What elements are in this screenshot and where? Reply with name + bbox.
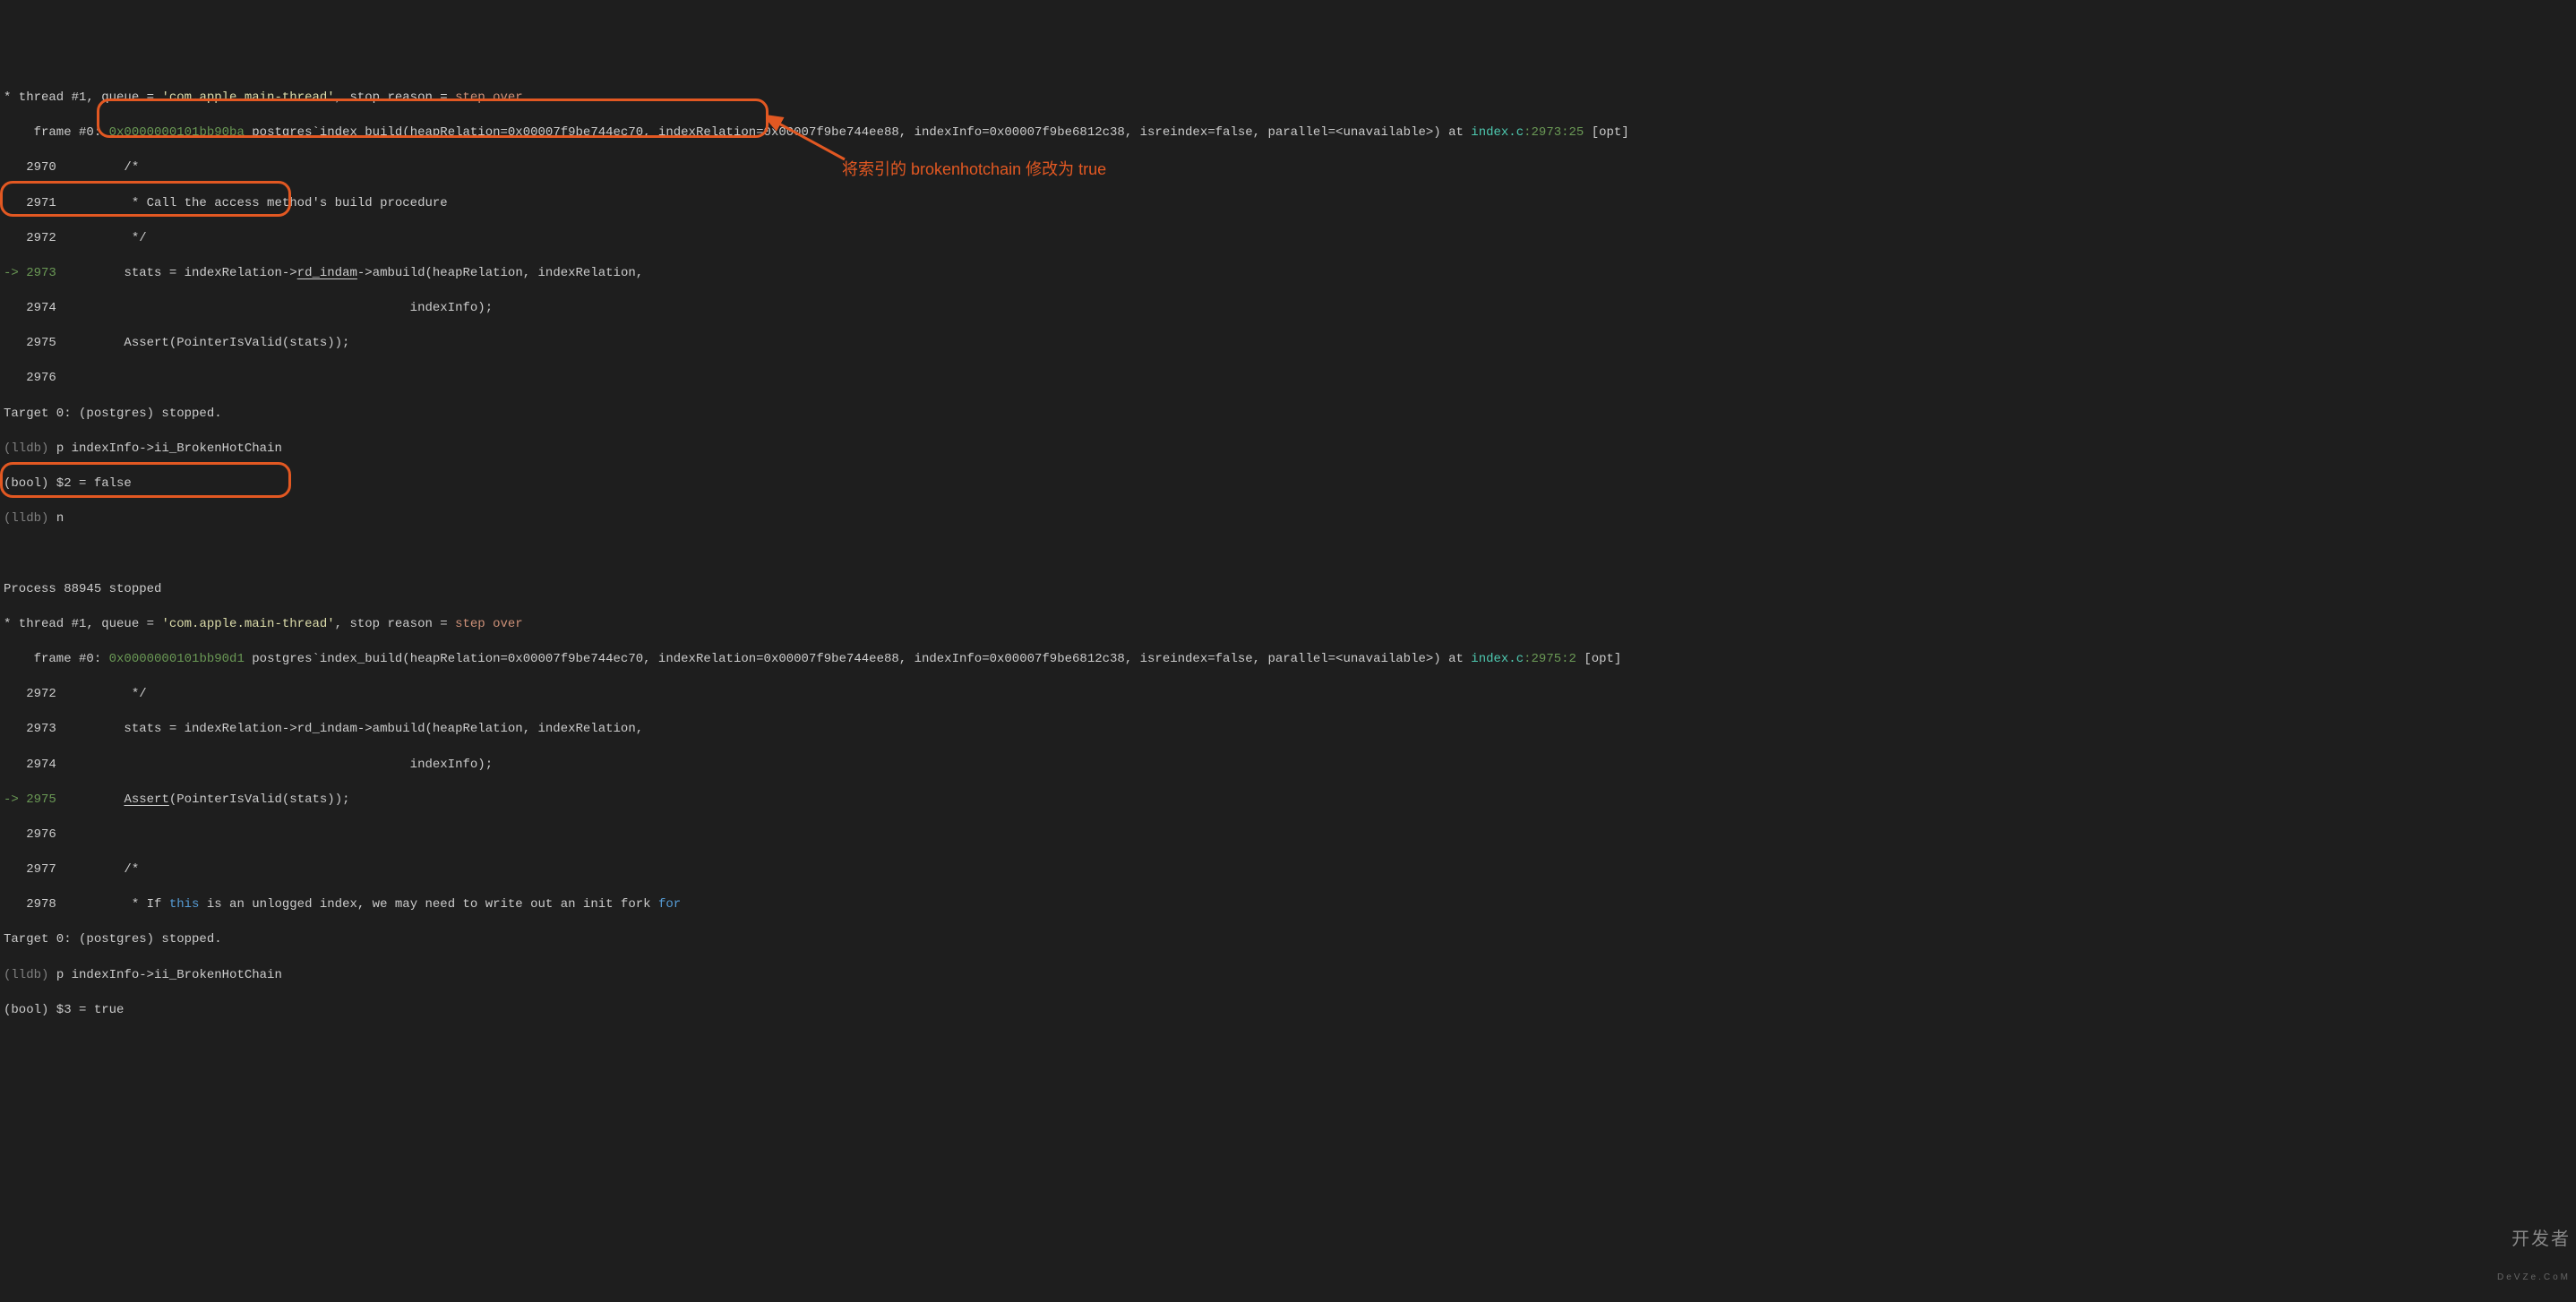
process-stopped: Process 88945 stopped [4,581,2572,599]
arrow-icon [769,115,849,164]
frame-line-2: frame #0: 0x0000000101bb90d1 postgres`in… [4,651,2572,669]
annotation-text: 将索引的 brokenhotchain 修改为 true [842,158,1106,181]
src-b2-2976: 2976 [4,827,2572,844]
src-b2-2973: 2973 stats = indexRelation->rd_indam->am… [4,721,2572,739]
frame-line-1: frame #0: 0x0000000101bb90ba postgres`in… [4,124,2572,142]
src-2975: 2975 Assert(PointerIsValid(stats)); [4,335,2572,353]
lldb-result-1: (bool) $2 = false [4,475,2572,493]
src-2973: -> 2973 stats = indexRelation->rd_indam-… [4,265,2572,283]
lldb-result-2: (bool) $3 = true [4,1002,2572,1020]
lldb-n[interactable]: (lldb) n [4,510,2572,528]
target-line-1: Target 0: (postgres) stopped. [4,406,2572,424]
target-line-2: Target 0: (postgres) stopped. [4,931,2572,949]
src-b2-2977: 2977 /* [4,861,2572,879]
src-b2-2972: 2972 */ [4,686,2572,704]
watermark: 开发者 DeVZe.CoM [2497,1205,2571,1295]
thread-line-2: * thread #1, queue = 'com.apple.main-thr… [4,616,2572,634]
src-2974: 2974 indexInfo); [4,300,2572,318]
src-2972: 2972 */ [4,230,2572,248]
src-2970: 2970 /* [4,159,2572,177]
src-b2-2974: 2974 indexInfo); [4,757,2572,775]
src-2971: 2971 * Call the access method's build pr… [4,195,2572,213]
src-b2-2978: 2978 * If this is an unlogged index, we … [4,896,2572,914]
lldb-p-1[interactable]: (lldb) p indexInfo->ii_BrokenHotChain [4,441,2572,458]
thread-line-1: * thread #1, queue = 'com.apple.main-thr… [4,90,2572,107]
src-2976: 2976 [4,370,2572,388]
lldb-p-2[interactable]: (lldb) p indexInfo->ii_BrokenHotChain [4,967,2572,985]
src-b2-2975: -> 2975 Assert(PointerIsValid(stats)); [4,792,2572,809]
